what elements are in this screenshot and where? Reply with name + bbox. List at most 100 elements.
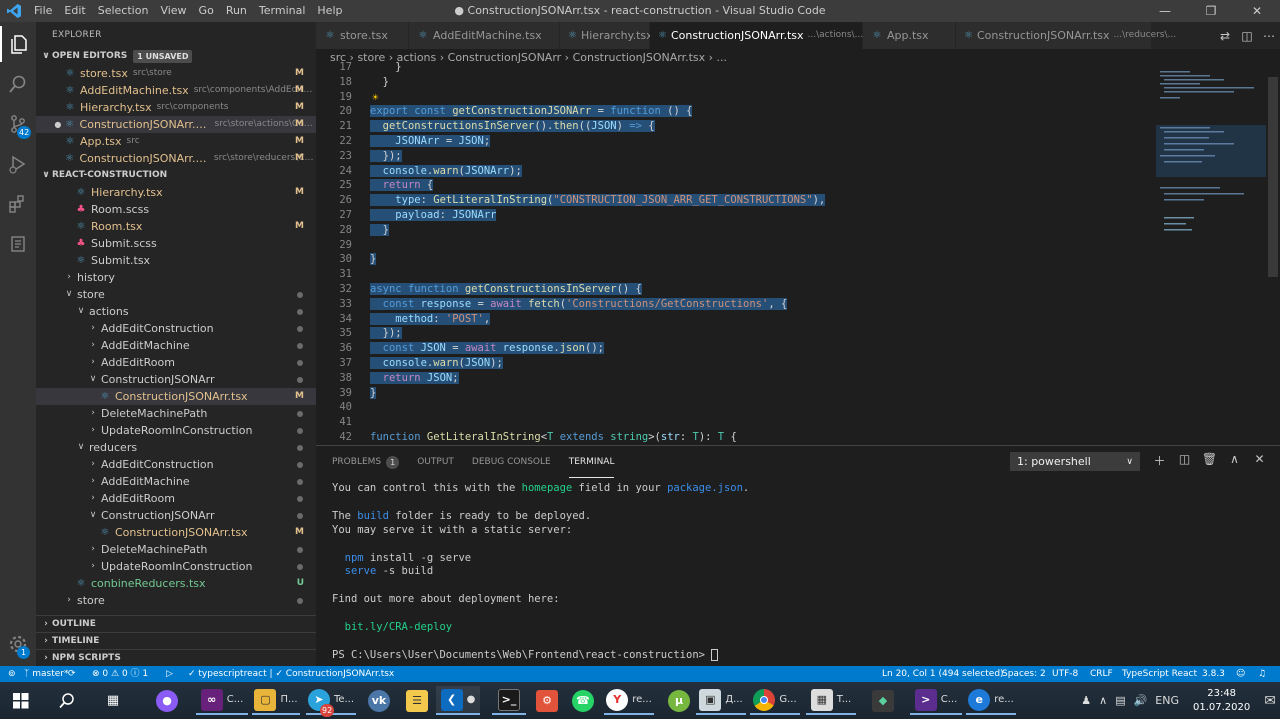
open-editor-item[interactable]: ⚛ Hierarchy.tsx src\components M xyxy=(36,99,316,116)
network-icon[interactable]: ▤ xyxy=(1115,694,1125,707)
breadcrumb[interactable]: src › store › actions › ConstructionJSON… xyxy=(316,49,1280,67)
tab-output[interactable]: OUTPUT xyxy=(417,446,454,478)
folder-item[interactable]: › UpdateRoomInConstruction xyxy=(36,422,316,439)
yandex-browser-task[interactable]: Yre... xyxy=(604,686,654,715)
code-line[interactable]: } xyxy=(370,76,389,88)
code-line[interactable]: getConstructionsInServer().then((JSON) =… xyxy=(370,120,655,133)
outline-section[interactable]: › OUTLINE xyxy=(36,615,316,632)
feedback-icon[interactable]: ☺ xyxy=(1236,666,1245,682)
run-icon[interactable]: ▷ xyxy=(166,666,173,682)
code-line[interactable]: payload: JSONArr xyxy=(370,209,497,221)
show-hidden-icons-chevron-up-icon[interactable]: ∧ xyxy=(1099,694,1107,707)
language-context[interactable]: ✓ typescriptreact | ✓ ConstructionJSONAr… xyxy=(188,666,394,682)
code-line[interactable]: const JSON = await response.json(); xyxy=(370,342,604,355)
split-editor-icon[interactable]: ◫ xyxy=(1236,29,1258,43)
file-explorer-task[interactable]: ▢ П... xyxy=(252,686,300,715)
tab-constructionjsonarr-actions[interactable]: ⚛ ConstructionJSONArr.tsx ...\actions\... xyxy=(650,22,863,49)
menu-run[interactable]: Run xyxy=(220,0,253,22)
kill-terminal-trash-icon[interactable]: 🗑 xyxy=(1197,452,1222,469)
open-editor-item[interactable]: ⚛ AddEditMachine.tsx src\components\AddEdi… xyxy=(36,82,316,99)
file-item[interactable]: ⚛ Room.tsx M xyxy=(36,218,316,235)
terminal-task[interactable]: >_ xyxy=(492,686,526,715)
folder-item[interactable]: ∨ reducers xyxy=(36,439,316,456)
code-line[interactable]: console.warn(JSONArr); xyxy=(370,164,522,177)
file-item[interactable]: ♣ Submit.scss xyxy=(36,235,316,252)
remote-explorer-icon[interactable] xyxy=(0,226,36,262)
folder-item[interactable]: › AddEditRoom xyxy=(36,354,316,371)
file-item[interactable]: ⚛ ConstructionJSONArr.tsx M xyxy=(36,388,316,405)
folder-item[interactable]: › AddEditConstruction xyxy=(36,456,316,473)
project-section[interactable]: ∨ REACT-CONSTRUCTION xyxy=(36,167,316,184)
vk-icon[interactable]: vk xyxy=(362,686,396,715)
folder-item[interactable]: › store xyxy=(36,592,316,609)
open-editor-item[interactable]: ⚛ ConstructionJSONArr.tsx src\store\reduce… xyxy=(36,150,316,167)
notifications-bell-icon[interactable]: ♫ xyxy=(1258,666,1266,682)
file-item[interactable]: ⚛ conbineReducers.tsx U xyxy=(36,575,316,592)
code-line[interactable]: type: GetLiteralInString("CONSTRUCTION_J… xyxy=(370,194,826,207)
scrollbar-thumb[interactable] xyxy=(1268,77,1278,277)
tab-debug-console[interactable]: DEBUG CONSOLE xyxy=(472,446,551,478)
lightbulb-icon[interactable]: ☀ xyxy=(372,91,379,104)
code-line[interactable]: return JSON; xyxy=(370,371,459,384)
code-line[interactable]: } xyxy=(370,253,377,266)
powershell-task[interactable]: > C... xyxy=(910,686,962,715)
code-line[interactable]: } xyxy=(370,61,401,73)
maximize-panel-chevron-up-icon[interactable]: ∧ xyxy=(1222,452,1247,469)
vertical-scrollbar[interactable] xyxy=(1266,67,1280,445)
code-line[interactable]: return { xyxy=(370,179,434,192)
run-debug-icon[interactable] xyxy=(0,146,36,182)
code-line[interactable]: function GetLiteralInString<T extends st… xyxy=(370,431,737,443)
branch-status[interactable]: ᛉ master* xyxy=(24,666,69,682)
code-line[interactable]: method: 'POST', xyxy=(370,312,491,325)
folder-item[interactable]: › AddEditMachine xyxy=(36,337,316,354)
open-editors-section[interactable]: ∨ OPEN EDITORS 1 UNSAVED xyxy=(36,48,316,65)
language-indicator[interactable]: ENG xyxy=(1155,694,1179,707)
notes-icon[interactable]: ☰ xyxy=(400,686,434,715)
whatsapp-icon[interactable]: ☎ xyxy=(566,686,600,715)
code-area[interactable]: 17 } 18 } 19 20 export const getConstruction… xyxy=(316,61,1280,445)
problems-status[interactable]: ⊗ 0 ⚠ 0 ⓘ 1 xyxy=(92,666,148,682)
menu-view[interactable]: View xyxy=(154,0,192,22)
gitkraken-icon[interactable]: ◆ xyxy=(866,686,900,715)
visual-studio-task[interactable]: ∞ C... xyxy=(196,686,248,715)
telegram-task[interactable]: ➤ Te... 92 xyxy=(306,686,356,717)
remote-icon[interactable]: ⊚ xyxy=(8,666,16,682)
indentation[interactable]: Spaces: 2 xyxy=(1002,666,1046,682)
folder-item[interactable]: › history xyxy=(36,269,316,286)
open-editor-item[interactable]: ⚛ App.tsx src M xyxy=(36,133,316,150)
vscode-task[interactable]: ❮ ● xyxy=(436,686,480,715)
volume-icon[interactable]: 🔊 xyxy=(1134,694,1148,707)
minimap[interactable] xyxy=(1156,67,1266,445)
terminal-select[interactable]: 1: powershell ∨ xyxy=(1010,452,1140,471)
open-editor-item[interactable]: ● ⚛ ConstructionJSONArr.tsx src\store\actio… xyxy=(36,116,316,133)
edge-task[interactable]: e re... xyxy=(966,686,1016,715)
source-control-icon[interactable]: 42 xyxy=(0,106,36,142)
close-icon[interactable]: ✕ xyxy=(1234,0,1280,22)
menu-help[interactable]: Help xyxy=(311,0,348,22)
tab-addeditmachine-tsx[interactable]: ⚛ AddEditMachine.tsx xyxy=(409,22,560,49)
chrome-task[interactable]: G... xyxy=(750,686,800,715)
code-line[interactable]: const response = await fetch('Constructi… xyxy=(370,297,788,310)
people-icon[interactable]: ♟ xyxy=(1081,694,1091,707)
paint-task[interactable]: ▦ T... xyxy=(806,686,856,715)
menu-selection[interactable]: Selection xyxy=(92,0,155,22)
sync-icon[interactable]: ⟳ xyxy=(68,666,76,682)
folder-item[interactable]: › DeleteMachinePath xyxy=(36,405,316,422)
menu-go[interactable]: Go xyxy=(193,0,220,22)
folder-item[interactable]: ∨ ConstructionJSONArr xyxy=(36,371,316,388)
utorrent-icon[interactable]: μ xyxy=(662,686,696,715)
code-line[interactable]: export const getConstructionJSONArr = fu… xyxy=(370,105,693,118)
file-item[interactable]: ⚛ Hierarchy.tsx M xyxy=(36,184,316,201)
language-mode[interactable]: TypeScript React xyxy=(1122,666,1197,682)
search-icon[interactable] xyxy=(0,66,36,102)
folder-item[interactable]: › AddEditConstruction xyxy=(36,320,316,337)
manage-gear-icon[interactable]: 1 xyxy=(0,626,36,662)
folder-item[interactable]: ∨ store xyxy=(36,286,316,303)
document-task[interactable]: ▣ Д... xyxy=(696,686,746,715)
end-of-line[interactable]: CRLF xyxy=(1090,666,1113,682)
split-terminal-icon[interactable]: ◫ xyxy=(1172,452,1197,469)
git-tool-icon[interactable]: ⚙ xyxy=(530,686,564,715)
search-icon[interactable] xyxy=(50,686,84,715)
menu-edit[interactable]: Edit xyxy=(58,0,91,22)
folder-item[interactable]: › DeleteMachinePath xyxy=(36,541,316,558)
